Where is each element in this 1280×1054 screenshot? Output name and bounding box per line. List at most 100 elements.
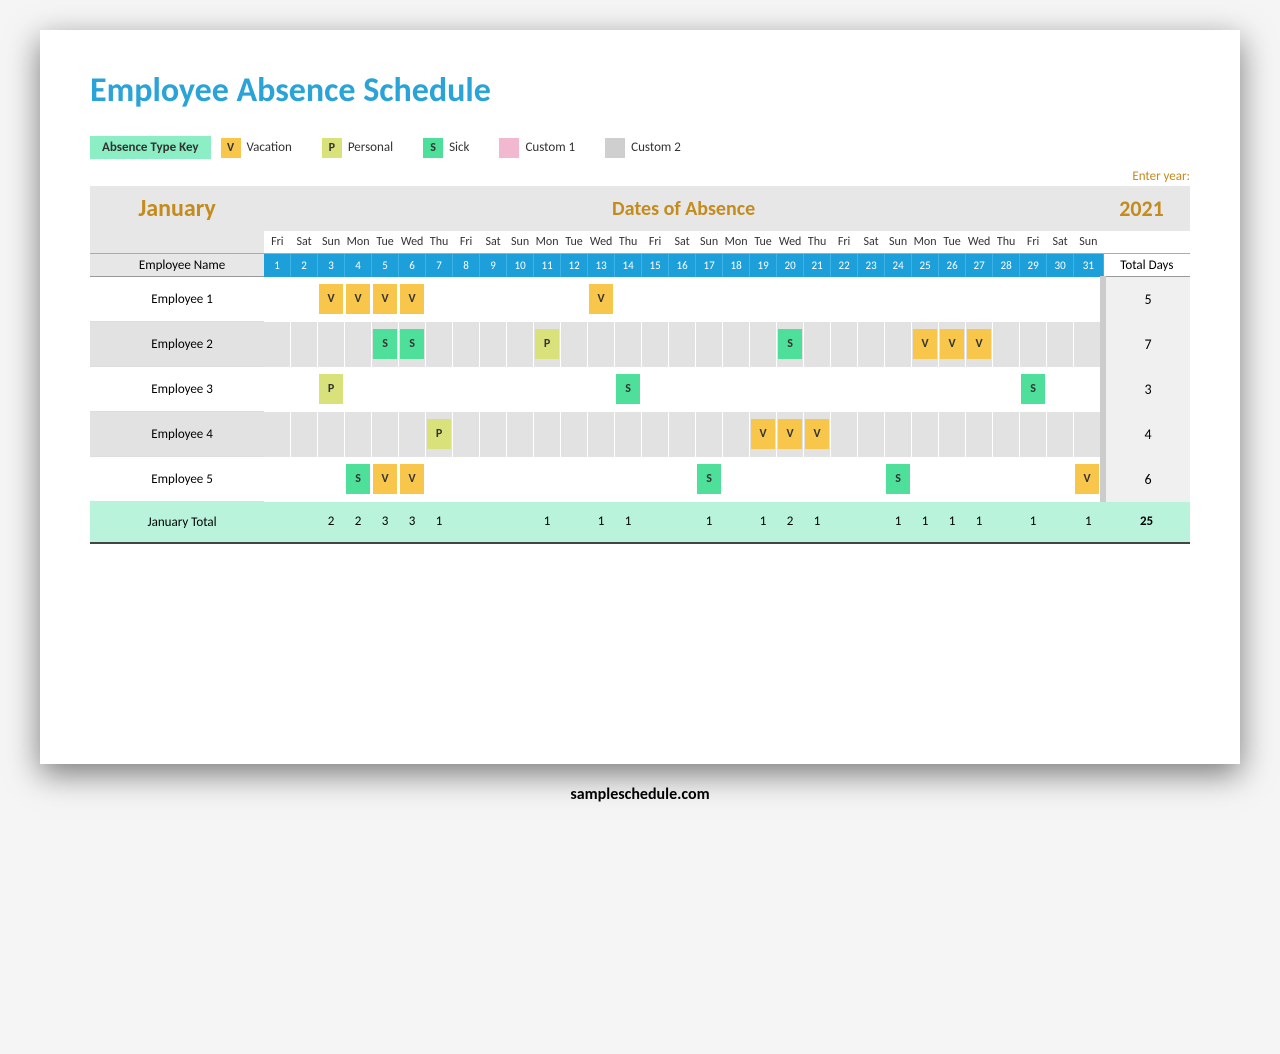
- day-cell[interactable]: [912, 277, 939, 322]
- day-cell[interactable]: [264, 322, 291, 367]
- absence-cell[interactable]: V: [372, 277, 399, 322]
- absence-cell[interactable]: V: [777, 412, 804, 457]
- day-cell[interactable]: [291, 457, 318, 502]
- day-cell[interactable]: [696, 322, 723, 367]
- day-cell[interactable]: [1047, 457, 1074, 502]
- day-cell[interactable]: [939, 457, 966, 502]
- day-cell[interactable]: [453, 367, 480, 412]
- day-cell[interactable]: [426, 367, 453, 412]
- day-cell[interactable]: [1074, 412, 1104, 457]
- day-cell[interactable]: [669, 412, 696, 457]
- day-cell[interactable]: [291, 322, 318, 367]
- absence-cell[interactable]: P: [318, 367, 345, 412]
- day-cell[interactable]: [1074, 322, 1104, 367]
- day-cell[interactable]: [534, 457, 561, 502]
- day-cell[interactable]: [885, 322, 912, 367]
- day-cell[interactable]: [453, 457, 480, 502]
- day-cell[interactable]: [480, 367, 507, 412]
- day-cell[interactable]: [750, 367, 777, 412]
- day-cell[interactable]: [480, 277, 507, 322]
- absence-cell[interactable]: V: [966, 322, 993, 367]
- day-cell[interactable]: [966, 457, 993, 502]
- day-cell[interactable]: [561, 322, 588, 367]
- day-cell[interactable]: [264, 277, 291, 322]
- absence-cell[interactable]: V: [318, 277, 345, 322]
- day-cell[interactable]: [777, 277, 804, 322]
- day-cell[interactable]: [804, 367, 831, 412]
- day-cell[interactable]: [642, 322, 669, 367]
- day-cell[interactable]: [1074, 367, 1104, 412]
- day-cell[interactable]: [318, 322, 345, 367]
- day-cell[interactable]: [1047, 322, 1074, 367]
- day-cell[interactable]: [264, 457, 291, 502]
- day-cell[interactable]: [723, 277, 750, 322]
- day-cell[interactable]: [993, 322, 1020, 367]
- day-cell[interactable]: [318, 412, 345, 457]
- absence-cell[interactable]: S: [885, 457, 912, 502]
- day-cell[interactable]: [372, 367, 399, 412]
- day-cell[interactable]: [912, 412, 939, 457]
- day-cell[interactable]: [480, 322, 507, 367]
- day-cell[interactable]: [642, 457, 669, 502]
- day-cell[interactable]: [831, 457, 858, 502]
- day-cell[interactable]: [993, 367, 1020, 412]
- day-cell[interactable]: [750, 457, 777, 502]
- day-cell[interactable]: [615, 322, 642, 367]
- day-cell[interactable]: [426, 457, 453, 502]
- day-cell[interactable]: [858, 322, 885, 367]
- day-cell[interactable]: [426, 322, 453, 367]
- day-cell[interactable]: [345, 412, 372, 457]
- day-cell[interactable]: [723, 457, 750, 502]
- day-cell[interactable]: [426, 277, 453, 322]
- day-cell[interactable]: [1020, 277, 1047, 322]
- day-cell[interactable]: [939, 412, 966, 457]
- day-cell[interactable]: [588, 457, 615, 502]
- day-cell[interactable]: [561, 277, 588, 322]
- day-cell[interactable]: [399, 367, 426, 412]
- day-cell[interactable]: [750, 322, 777, 367]
- day-cell[interactable]: [264, 367, 291, 412]
- day-cell[interactable]: [372, 412, 399, 457]
- day-cell[interactable]: [1020, 322, 1047, 367]
- day-cell[interactable]: [453, 412, 480, 457]
- day-cell[interactable]: [1020, 457, 1047, 502]
- day-cell[interactable]: [858, 412, 885, 457]
- day-cell[interactable]: [642, 367, 669, 412]
- absence-cell[interactable]: V: [399, 457, 426, 502]
- day-cell[interactable]: [912, 457, 939, 502]
- day-cell[interactable]: [453, 277, 480, 322]
- day-cell[interactable]: [696, 277, 723, 322]
- absence-cell[interactable]: P: [534, 322, 561, 367]
- day-cell[interactable]: [1074, 277, 1104, 322]
- day-cell[interactable]: [723, 412, 750, 457]
- absence-cell[interactable]: P: [426, 412, 453, 457]
- absence-cell[interactable]: V: [399, 277, 426, 322]
- day-cell[interactable]: [831, 277, 858, 322]
- day-cell[interactable]: [291, 367, 318, 412]
- day-cell[interactable]: [588, 367, 615, 412]
- day-cell[interactable]: [831, 412, 858, 457]
- day-cell[interactable]: [939, 277, 966, 322]
- day-cell[interactable]: [1047, 277, 1074, 322]
- day-cell[interactable]: [534, 412, 561, 457]
- day-cell[interactable]: [507, 367, 534, 412]
- day-cell[interactable]: [345, 367, 372, 412]
- absence-cell[interactable]: S: [1020, 367, 1047, 412]
- day-cell[interactable]: [858, 277, 885, 322]
- day-cell[interactable]: [966, 367, 993, 412]
- day-cell[interactable]: [615, 277, 642, 322]
- day-cell[interactable]: [885, 367, 912, 412]
- day-cell[interactable]: [561, 412, 588, 457]
- day-cell[interactable]: [507, 412, 534, 457]
- absence-cell[interactable]: S: [696, 457, 723, 502]
- day-cell[interactable]: [669, 457, 696, 502]
- absence-cell[interactable]: S: [345, 457, 372, 502]
- day-cell[interactable]: [804, 322, 831, 367]
- day-cell[interactable]: [885, 277, 912, 322]
- absence-cell[interactable]: V: [345, 277, 372, 322]
- day-cell[interactable]: [966, 412, 993, 457]
- day-cell[interactable]: [507, 457, 534, 502]
- day-cell[interactable]: [615, 457, 642, 502]
- day-cell[interactable]: [1047, 367, 1074, 412]
- day-cell[interactable]: [1047, 412, 1074, 457]
